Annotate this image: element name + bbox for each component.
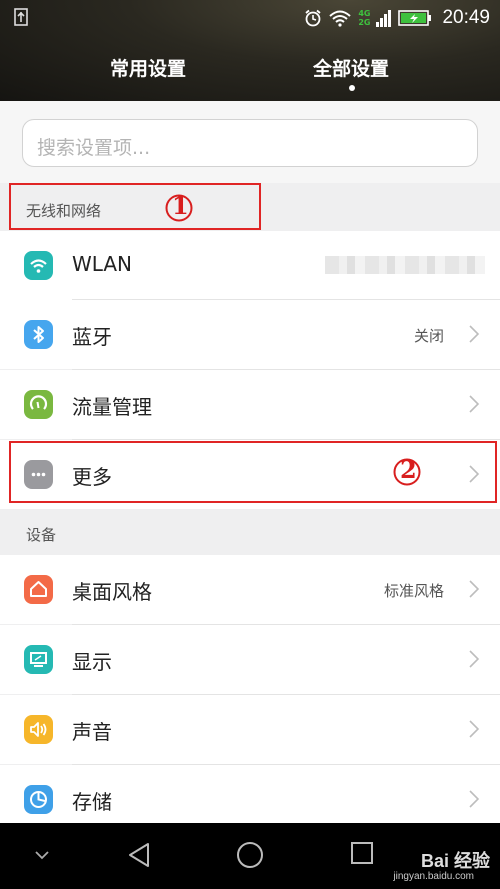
search-placeholder: 搜索设置项...	[37, 137, 151, 159]
settings-item-label: 桌面风格	[72, 580, 152, 604]
data-usage-icon	[24, 390, 53, 419]
settings-tabs: 常用设置 全部设置	[0, 50, 500, 91]
navigation-bar: Bai 经验 jingyan.baidu.com	[0, 823, 500, 889]
settings-item-label: 流量管理	[72, 395, 152, 419]
settings-item-label: 显示	[72, 650, 112, 674]
battery-icon	[398, 10, 432, 26]
top-bar: 4G 2G 20:49 常用设置 全部设置	[0, 0, 500, 101]
annotation-number-1: 1	[164, 191, 194, 230]
chevron-right-icon	[469, 395, 480, 413]
settings-item-label: 存储	[72, 790, 112, 814]
settings-item-display[interactable]: 显示	[0, 625, 500, 694]
settings-item-label: WLAN	[72, 252, 133, 276]
settings-item-home-style[interactable]: 桌面风格 标准风格	[0, 555, 500, 624]
settings-item-value: 关闭	[413, 327, 444, 345]
tab-all-settings[interactable]: 全部设置	[313, 54, 389, 81]
settings-item-label: 声音	[72, 720, 112, 744]
settings-item-value: 标准风格	[383, 582, 444, 600]
section-header-device: 设备	[0, 509, 500, 555]
storage-icon	[24, 785, 53, 814]
usb-icon	[14, 8, 28, 26]
chevron-right-icon	[469, 790, 480, 808]
chevron-right-icon	[469, 650, 480, 668]
home-icon	[24, 575, 53, 604]
settings-item-storage[interactable]: 存储	[0, 765, 500, 823]
settings-item-wlan[interactable]: WLAN	[0, 231, 500, 300]
clock: 20:49	[442, 7, 490, 28]
home-button[interactable]	[236, 841, 264, 869]
chevron-right-icon	[469, 720, 480, 738]
annotation-box-2	[9, 441, 497, 503]
section-title: 设备	[26, 526, 57, 544]
chevron-right-icon	[469, 580, 480, 598]
watermark-url: jingyan.baidu.com	[393, 871, 474, 882]
tab-common-settings[interactable]: 常用设置	[110, 54, 186, 81]
active-tab-indicator	[349, 85, 355, 91]
settings-item-label: 蓝牙	[72, 325, 112, 349]
settings-item-data-usage[interactable]: 流量管理	[0, 370, 500, 439]
annotation-number-2: 2	[392, 455, 422, 494]
search-input[interactable]: 搜索设置项...	[22, 119, 478, 167]
back-button[interactable]	[126, 841, 152, 869]
wifi-status-icon	[329, 10, 351, 27]
settings-item-sound[interactable]: 声音	[0, 695, 500, 764]
recent-apps-button[interactable]	[350, 841, 374, 865]
display-icon	[24, 645, 53, 674]
search-area: 搜索设置项...	[0, 101, 500, 183]
status-bar: 4G 2G 20:49	[0, 0, 500, 36]
baidu-watermark: Bai 经验	[420, 851, 490, 871]
annotation-box-1	[9, 183, 261, 230]
chevron-down-icon[interactable]	[34, 849, 50, 861]
sound-icon	[24, 715, 53, 744]
wlan-network-name-redacted	[325, 256, 485, 274]
wifi-icon	[24, 251, 53, 280]
network-type: 4G 2G	[358, 9, 371, 27]
signal-icon	[376, 10, 392, 27]
alarm-icon	[305, 9, 321, 27]
settings-item-bluetooth[interactable]: 蓝牙 关闭	[0, 300, 500, 369]
chevron-right-icon	[469, 325, 480, 343]
bluetooth-icon	[24, 320, 53, 349]
